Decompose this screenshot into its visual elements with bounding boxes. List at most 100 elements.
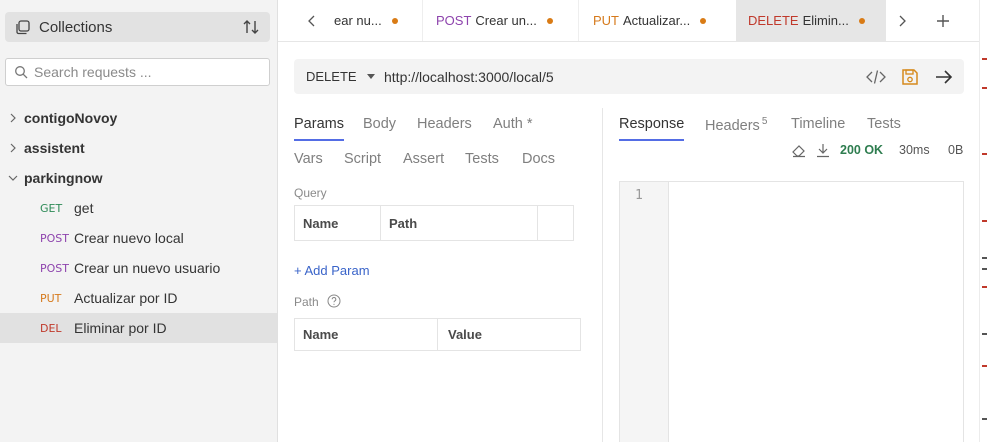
sidebar: Collections contigoNovoy assistent parki… — [0, 0, 278, 442]
search-input[interactable] — [34, 64, 254, 80]
chevron-right-icon — [899, 15, 906, 27]
pane-divider[interactable] — [602, 108, 603, 442]
tab-auth[interactable]: Auth * — [493, 116, 533, 132]
tab-actualizar[interactable]: PUT Actualizar... — [581, 0, 732, 41]
unsaved-dot — [858, 17, 865, 24]
headers-count: 5 — [761, 116, 768, 127]
search-icon — [15, 66, 28, 79]
method-badge: PUT — [40, 291, 62, 305]
query-params-table: Name Path — [294, 205, 574, 241]
column-header-name: Name — [303, 327, 339, 342]
sort-icon[interactable] — [242, 18, 260, 36]
tab-title: Actualizar... — [623, 13, 691, 28]
new-tab-button[interactable] — [932, 10, 954, 32]
collection-name: assistent — [24, 140, 85, 156]
line-number: 1 — [635, 188, 643, 203]
unsaved-dot — [546, 17, 553, 24]
method-badge: GET — [40, 201, 63, 215]
tab-crear-un-usuario[interactable]: POST Crear un... — [424, 0, 576, 41]
adjacent-window-edge — [979, 0, 987, 442]
request-item-get[interactable]: GET get — [0, 193, 277, 223]
tab-response-tests[interactable]: Tests — [867, 116, 901, 132]
collection-parkingnow[interactable]: parkingnow — [0, 163, 277, 193]
collections-header[interactable]: Collections — [5, 12, 270, 42]
tab-method: POST — [436, 13, 472, 28]
request-name: Actualizar por ID — [74, 290, 178, 306]
tab-vars[interactable]: Vars — [294, 151, 323, 167]
eraser-icon[interactable] — [791, 144, 807, 158]
tabs-scroll-right-button[interactable] — [892, 10, 912, 32]
tab-method: DELETE — [748, 13, 799, 28]
chevron-down-icon — [8, 175, 18, 181]
caret-down-icon[interactable] — [367, 74, 375, 79]
tab-body[interactable]: Body — [363, 116, 396, 132]
request-tabs-bar: ear nu... POST Crear un... PUT Actualiza… — [278, 0, 987, 42]
request-name: get — [74, 200, 94, 216]
save-button[interactable] — [900, 67, 920, 87]
column-header-path: Path — [389, 215, 418, 231]
column-header-name: Name — [303, 215, 339, 231]
url-input[interactable]: http://localhost:3000/local/5 — [384, 69, 554, 85]
unsaved-dot — [391, 17, 398, 24]
code-icon — [866, 70, 886, 84]
chevron-right-icon — [10, 113, 16, 123]
collection-name: parkingnow — [24, 170, 103, 186]
tab-params[interactable]: Params — [294, 116, 344, 132]
method-badge: POST — [40, 261, 69, 275]
request-item-crear-nuevo-local[interactable]: POST Crear nuevo local — [0, 223, 277, 253]
tab-crear-nuevo-local[interactable]: ear nu... — [322, 0, 420, 41]
tab-title: Elimin... — [802, 13, 849, 28]
method-selector[interactable]: DELETE — [306, 69, 357, 84]
chevron-left-icon — [308, 15, 315, 27]
save-icon — [902, 69, 918, 85]
response-time: 30ms — [899, 143, 930, 157]
path-params-table: Name Value — [294, 318, 581, 351]
help-icon[interactable] — [327, 294, 341, 308]
active-tab-indicator — [619, 139, 684, 141]
tab-title: ear nu... — [334, 13, 382, 28]
collection-name: contigoNovoy — [24, 110, 118, 126]
active-tab-indicator — [294, 139, 344, 141]
response-body-editor[interactable]: 1 — [619, 181, 964, 442]
tab-assert[interactable]: Assert — [403, 151, 444, 167]
query-label: Query — [294, 186, 327, 200]
line-gutter: 1 — [620, 182, 669, 442]
unsaved-dot — [700, 17, 707, 24]
chevron-right-icon — [10, 143, 16, 153]
collection-contigonovoy[interactable]: contigoNovoy — [0, 103, 277, 133]
tab-title: Crear un... — [475, 13, 537, 28]
tab-script[interactable]: Script — [344, 151, 381, 167]
plus-icon — [937, 15, 949, 27]
send-button[interactable] — [934, 67, 954, 87]
request-item-actualizar[interactable]: PUT Actualizar por ID — [0, 283, 277, 313]
tabs-scroll-left-button[interactable] — [302, 10, 322, 32]
request-name: Eliminar por ID — [74, 320, 167, 336]
tab-headers[interactable]: Headers — [417, 116, 472, 132]
request-name: Crear nuevo local — [74, 230, 184, 246]
tab-response-headers[interactable]: Headers 5 — [705, 116, 767, 134]
tab-eliminar[interactable]: DELETE Elimin... — [736, 0, 886, 41]
path-label: Path — [294, 295, 319, 309]
search-requests[interactable] — [5, 58, 270, 86]
tab-label: Headers — [705, 117, 760, 134]
add-param-button[interactable]: + Add Param — [294, 263, 370, 278]
tab-tests[interactable]: Tests — [465, 151, 499, 167]
response-size: 0B — [948, 143, 964, 157]
request-item-crear-nuevo-usuario[interactable]: POST Crear un nuevo usuario — [0, 253, 277, 283]
tab-docs[interactable]: Docs — [522, 151, 555, 167]
url-bar: DELETE http://localhost:3000/local/5 — [294, 59, 964, 94]
collection-assistent[interactable]: assistent — [0, 133, 277, 163]
tab-timeline[interactable]: Timeline — [791, 116, 845, 132]
request-name: Crear un nuevo usuario — [74, 260, 221, 276]
tab-response[interactable]: Response — [619, 116, 684, 132]
generate-code-button[interactable] — [866, 67, 886, 87]
method-badge: POST — [40, 231, 69, 245]
tab-method: PUT — [593, 13, 619, 28]
column-header-value: Value — [448, 327, 482, 342]
download-icon[interactable] — [816, 143, 830, 158]
method-badge: DEL — [40, 321, 62, 335]
arrow-right-icon — [936, 70, 953, 84]
collections-label: Collections — [39, 18, 113, 36]
request-item-eliminar[interactable]: DEL Eliminar por ID — [0, 313, 277, 343]
status-badge: 200 OK — [840, 143, 884, 157]
